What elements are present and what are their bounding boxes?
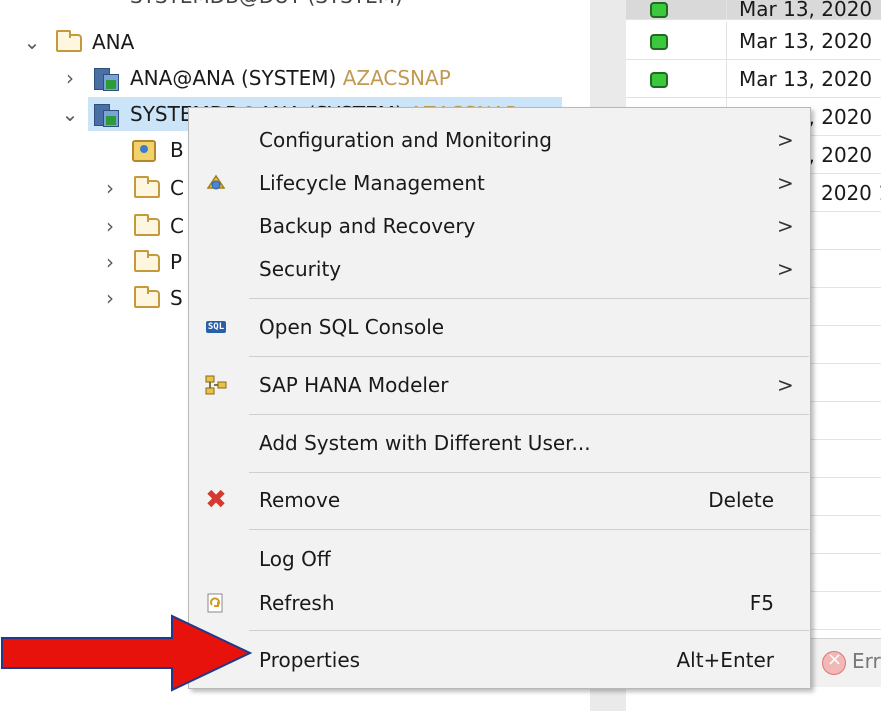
menu-item-label: Add System with Different User... [259,431,591,455]
menu-item-label: Backup and Recovery [259,214,476,238]
folder-icon [56,30,82,52]
menu-item-security[interactable]: Security > [189,250,810,288]
menu-item-label: Open SQL Console [259,315,445,339]
tree-item-partial-label: SYSTEMDB@DUT (SYSTEM) [130,0,403,12]
menu-item-properties[interactable]: Properties Alt+Enter [189,641,810,679]
menu-item-log-off[interactable]: Log Off [189,540,810,578]
tree-child-label: S [170,286,183,310]
context-menu: Configuration and Monitoring > Lifecycle… [188,107,811,689]
tree-child-folder[interactable]: › S [0,282,200,314]
chevron-down-icon[interactable]: ⌄ [60,98,80,130]
status-icon [650,34,668,50]
table-row[interactable]: Mar 13, 2020 [626,22,881,60]
submenu-arrow-icon: > [777,257,794,281]
menu-separator [249,529,809,530]
menu-separator [249,356,809,357]
sql-console-icon: SQL [203,316,229,338]
folder-icon [134,250,160,272]
submenu-arrow-icon: > [777,214,794,238]
tree-child-label: C [170,214,184,238]
menu-item-label: Log Off [259,547,331,571]
table-row[interactable]: Mar 13, 2020 [626,60,881,98]
menu-item-label: Configuration and Monitoring [259,128,552,152]
tree-child-label: P [170,250,183,274]
tree-child-backup[interactable]: B [0,134,200,166]
system-icon [94,68,119,91]
tree-child-folder[interactable]: › P [0,246,200,278]
menu-item-label: Properties [259,648,361,672]
tree-folder-ana-label: ANA [92,30,135,54]
folder-icon [134,286,160,308]
menu-item-add-system[interactable]: Add System with Different User... [189,424,810,462]
tree-system-ana-label: ANA@ANA (SYSTEM) AZACSNAP [130,62,451,94]
menu-separator [249,414,809,415]
error-log-icon [822,649,846,675]
submenu-arrow-icon: > [777,171,794,195]
backup-icon [132,140,156,162]
lifecycle-icon [203,172,229,194]
menu-item-backup-recovery[interactable]: Backup and Recovery > [189,207,810,245]
chevron-right-icon[interactable]: › [100,210,120,242]
system-icon [94,104,119,127]
menu-item-open-sql-console[interactable]: SQL Open SQL Console [189,308,810,346]
status-icon [650,72,668,88]
menu-separator [249,298,809,299]
system-decorator: AZACSNAP [342,66,451,90]
tree-child-label: C [170,176,184,200]
system-name: ANA@ANA (SYSTEM) [130,66,337,90]
menu-item-label: Remove [259,488,341,512]
menu-item-shortcut: F5 [749,591,774,615]
chevron-right-icon[interactable]: › [100,172,120,204]
menu-separator [249,630,809,631]
error-log-tab[interactable]: Err [852,649,881,673]
red-arrow-annotation [1,614,253,692]
menu-item-shortcut: Delete [708,488,774,512]
column-divider [726,0,727,20]
column-divider [726,22,727,60]
chevron-right-icon[interactable]: › [60,62,80,94]
remove-icon: ✖ [205,485,227,515]
menu-item-label: Refresh [259,591,335,615]
table-cell-date: Mar 13, 2020 [739,29,873,53]
menu-item-remove[interactable]: ✖ Remove Delete [189,481,810,519]
submenu-arrow-icon: > [777,373,794,397]
table-row[interactable]: Mar 13, 2020 [626,0,881,21]
tree-folder-ana[interactable]: ⌄ ANA [0,26,300,58]
menu-item-hana-modeler[interactable]: SAP HANA Modeler > [189,366,810,404]
table-cell-date: Mar 13, 2020 [739,67,873,91]
menu-item-label: SAP HANA Modeler [259,373,449,397]
menu-item-lifecycle[interactable]: Lifecycle Management > [189,164,810,202]
tree-child-folder[interactable]: › C [0,172,200,204]
menu-separator [249,472,809,473]
tree-system-ana[interactable]: › ANA@ANA (SYSTEM) AZACSNAP [0,62,560,94]
tree-child-folder[interactable]: › C [0,210,200,242]
chevron-right-icon[interactable]: › [100,246,120,278]
menu-item-shortcut: Alt+Enter [676,648,774,672]
column-divider [726,60,727,98]
menu-item-refresh[interactable]: Refresh F5 [189,584,810,622]
folder-icon [134,214,160,236]
menu-item-label: Security [259,257,342,281]
chevron-right-icon[interactable]: › [100,282,120,314]
table-cell-date: 2020 1 [821,181,881,205]
menu-item-configuration[interactable]: Configuration and Monitoring > [189,121,810,159]
folder-icon [134,176,160,198]
submenu-arrow-icon: > [777,128,794,152]
refresh-icon [203,592,229,614]
modeler-icon [203,374,229,396]
menu-item-label: Lifecycle Management [259,171,485,195]
chevron-down-icon[interactable]: ⌄ [22,26,42,58]
tree-child-label: B [170,138,184,162]
sql-icon-text: SQL [205,321,227,333]
status-icon [650,2,668,18]
